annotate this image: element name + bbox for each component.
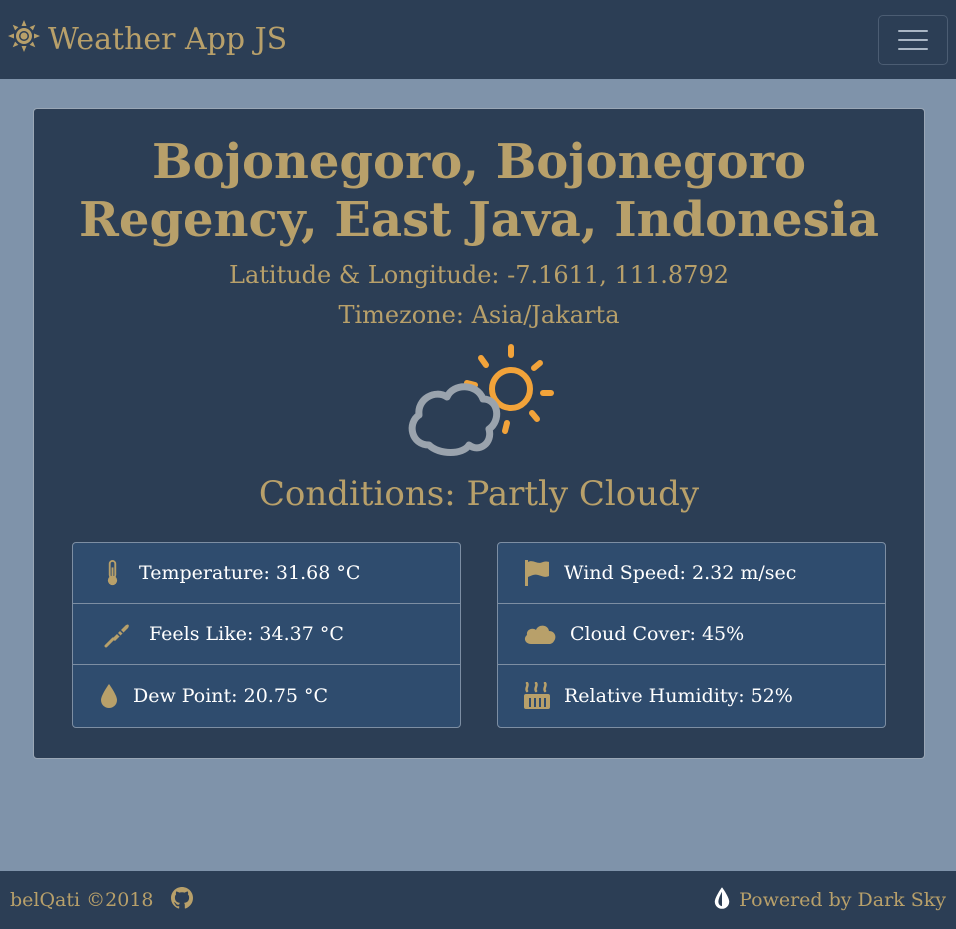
cloud-cover-text: Cloud Cover: 45% [570, 623, 745, 645]
footer-right: Powered by Dark Sky [713, 886, 946, 915]
details-list-left: Temperature: 31.68 °C Feels Like: 34.37 … [72, 542, 461, 728]
details-lists: Temperature: 31.68 °C Feels Like: 34.37 … [72, 542, 886, 728]
footer-left: belQati ©2018 [10, 886, 194, 915]
dew-point-text: Dew Point: 20.75 °C [133, 685, 329, 707]
lat-long-text: Latitude & Longitude: -7.1611, 111.8792 [229, 261, 729, 289]
hamburger-line [898, 47, 928, 50]
humidity-icon [520, 682, 554, 710]
powered-by-link[interactable]: Powered by Dark Sky [739, 889, 946, 911]
cloud-icon [520, 620, 560, 648]
footer: belQati ©2018 Powered by Dark Sky [0, 871, 956, 929]
droplet-icon [95, 682, 123, 710]
wind-speed-text: Wind Speed: 2.32 m/sec [564, 562, 797, 584]
partly-cloudy-day-icon [34, 343, 924, 463]
menu-toggle-button[interactable] [878, 14, 948, 65]
humidity-text: Relative Humidity: 52% [564, 685, 793, 707]
weather-card: Bojonegoro, Bojonegoro Regency, East Jav… [33, 108, 925, 759]
list-item-cloud-cover: Cloud Cover: 45% [498, 604, 885, 665]
list-item-wind-speed: Wind Speed: 2.32 m/sec [498, 543, 885, 604]
list-item-feels-like: Feels Like: 34.37 °C [73, 604, 460, 665]
flag-icon [520, 559, 554, 587]
github-icon [170, 886, 194, 915]
thermometer-feather-icon [95, 620, 139, 648]
github-link[interactable] [170, 886, 194, 915]
thermometer-icon [95, 559, 129, 587]
brand-title: Weather App JS [48, 22, 288, 57]
location-title: Bojonegoro, Bojonegoro Regency, East Jav… [79, 134, 879, 248]
details-list-right: Wind Speed: 2.32 m/sec Cloud Cover: 45% [497, 542, 886, 728]
feels-like-text: Feels Like: 34.37 °C [149, 623, 344, 645]
conditions-text: Conditions: Partly Cloudy [258, 474, 700, 514]
hamburger-menu-icon [898, 29, 928, 32]
brand-link[interactable]: Weather App JS [8, 19, 288, 60]
list-item-temperature: Temperature: 31.68 °C [73, 543, 460, 604]
list-item-humidity: Relative Humidity: 52% [498, 665, 885, 727]
navbar: Weather App JS [0, 0, 956, 79]
sun-icon [8, 19, 40, 60]
list-item-dew-point: Dew Point: 20.75 °C [73, 665, 460, 727]
temperature-text: Temperature: 31.68 °C [139, 562, 361, 584]
timezone-text: Timezone: Asia/Jakarta [338, 301, 620, 329]
credit-text: belQati ©2018 [10, 889, 154, 911]
hamburger-line [898, 38, 928, 41]
dark-sky-drop-icon [713, 886, 731, 915]
